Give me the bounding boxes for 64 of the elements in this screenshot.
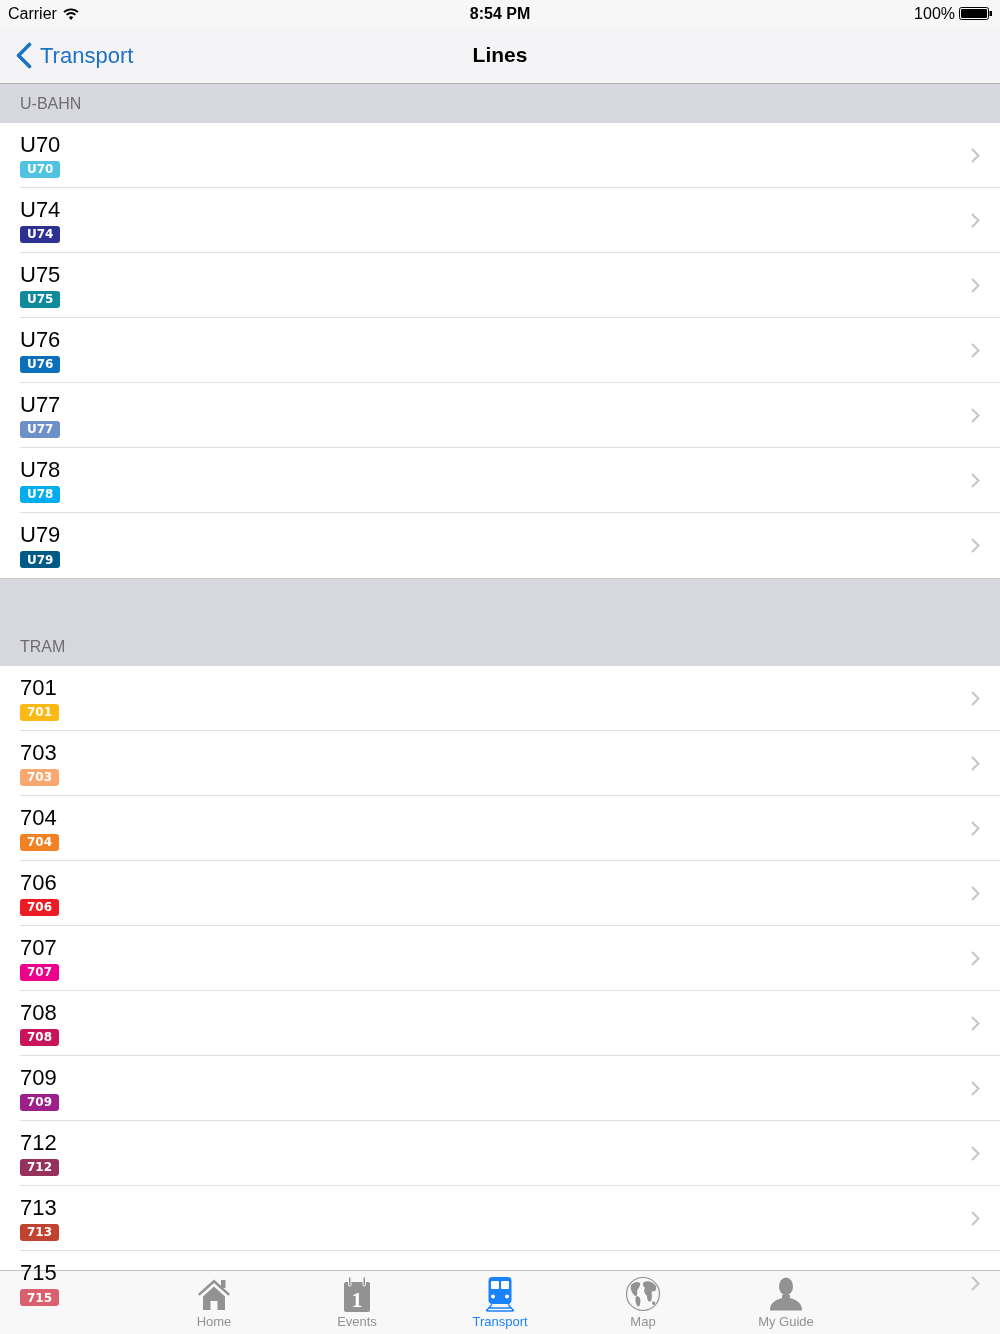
globe-icon bbox=[625, 1276, 661, 1312]
chevron-right-icon bbox=[971, 407, 980, 423]
line-name[interactable]: U76 bbox=[20, 327, 61, 352]
line-badge: 704 bbox=[20, 833, 60, 851]
chevron-right-icon bbox=[971, 212, 980, 228]
line-badge: U77 bbox=[20, 420, 61, 438]
line-badge: 708 bbox=[20, 1028, 60, 1046]
chevron-right-icon bbox=[971, 755, 980, 771]
line-name[interactable]: 707 bbox=[20, 935, 57, 960]
chevron-left-icon bbox=[15, 41, 32, 69]
chevron-right-icon bbox=[971, 472, 980, 488]
line-name[interactable]: U74 bbox=[20, 197, 61, 222]
chevron-right-icon bbox=[971, 950, 980, 966]
line-name[interactable]: 704 bbox=[20, 805, 57, 830]
chevron-right-icon bbox=[971, 342, 980, 358]
line-name[interactable]: U77 bbox=[20, 392, 61, 417]
line-badge: U79 bbox=[20, 551, 61, 568]
line-name[interactable]: 712 bbox=[20, 1130, 57, 1155]
status-time: 8:54 PM bbox=[469, 3, 531, 24]
carrier-label: Carrier bbox=[8, 3, 57, 24]
line-badge: 712 bbox=[20, 1158, 60, 1176]
section-header: U-BAHN bbox=[0, 84, 1000, 123]
wifi-icon bbox=[62, 7, 79, 20]
section-header: TRAM bbox=[0, 578, 1000, 666]
line-badge: 703 bbox=[20, 768, 60, 786]
page-title: Lines bbox=[472, 42, 528, 69]
line-name[interactable]: 706 bbox=[20, 870, 57, 895]
line-name[interactable]: 703 bbox=[20, 740, 57, 765]
line-badge: 715 bbox=[20, 1289, 60, 1306]
line-badge: U76 bbox=[20, 355, 61, 373]
line-name[interactable]: 709 bbox=[20, 1065, 57, 1090]
line-badge: U74 bbox=[20, 225, 61, 243]
chevron-right-icon bbox=[971, 1145, 980, 1161]
line-badge: 701 bbox=[20, 703, 60, 721]
chevron-right-icon bbox=[971, 1276, 980, 1291]
chevron-right-icon bbox=[971, 690, 980, 706]
tab-bar-item[interactable]: Transport bbox=[428, 1271, 572, 1334]
line-name[interactable]: U79 bbox=[20, 523, 61, 547]
line-name[interactable]: U78 bbox=[20, 457, 61, 482]
line-badge: U78 bbox=[20, 485, 61, 503]
line-badge: U75 bbox=[20, 290, 61, 308]
chevron-right-icon bbox=[971, 1015, 980, 1031]
chevron-right-icon bbox=[971, 820, 980, 836]
line-badge: 713 bbox=[20, 1223, 60, 1241]
chevron-right-icon bbox=[971, 1080, 980, 1096]
line-name[interactable]: 708 bbox=[20, 1000, 57, 1025]
line-badge: 706 bbox=[20, 898, 60, 916]
line-badge: 707 bbox=[20, 963, 60, 981]
person-icon bbox=[768, 1276, 804, 1312]
line-name[interactable]: 715 bbox=[20, 1261, 57, 1285]
line-badge: U70 bbox=[20, 160, 61, 178]
battery-icon bbox=[959, 7, 992, 20]
chevron-right-icon bbox=[971, 538, 980, 553]
back-button[interactable]: Transport bbox=[15, 38, 134, 72]
chevron-right-icon bbox=[971, 1210, 980, 1226]
line-name[interactable]: 713 bbox=[20, 1195, 57, 1220]
chevron-right-icon bbox=[971, 885, 980, 901]
chevron-right-icon bbox=[971, 147, 980, 163]
line-name[interactable]: 701 bbox=[20, 675, 57, 700]
line-name[interactable]: U70 bbox=[20, 132, 61, 157]
line-badge: 709 bbox=[20, 1093, 60, 1111]
chevron-right-icon bbox=[971, 277, 980, 293]
battery-percent: 100% bbox=[914, 3, 955, 24]
line-name[interactable]: U75 bbox=[20, 262, 61, 287]
